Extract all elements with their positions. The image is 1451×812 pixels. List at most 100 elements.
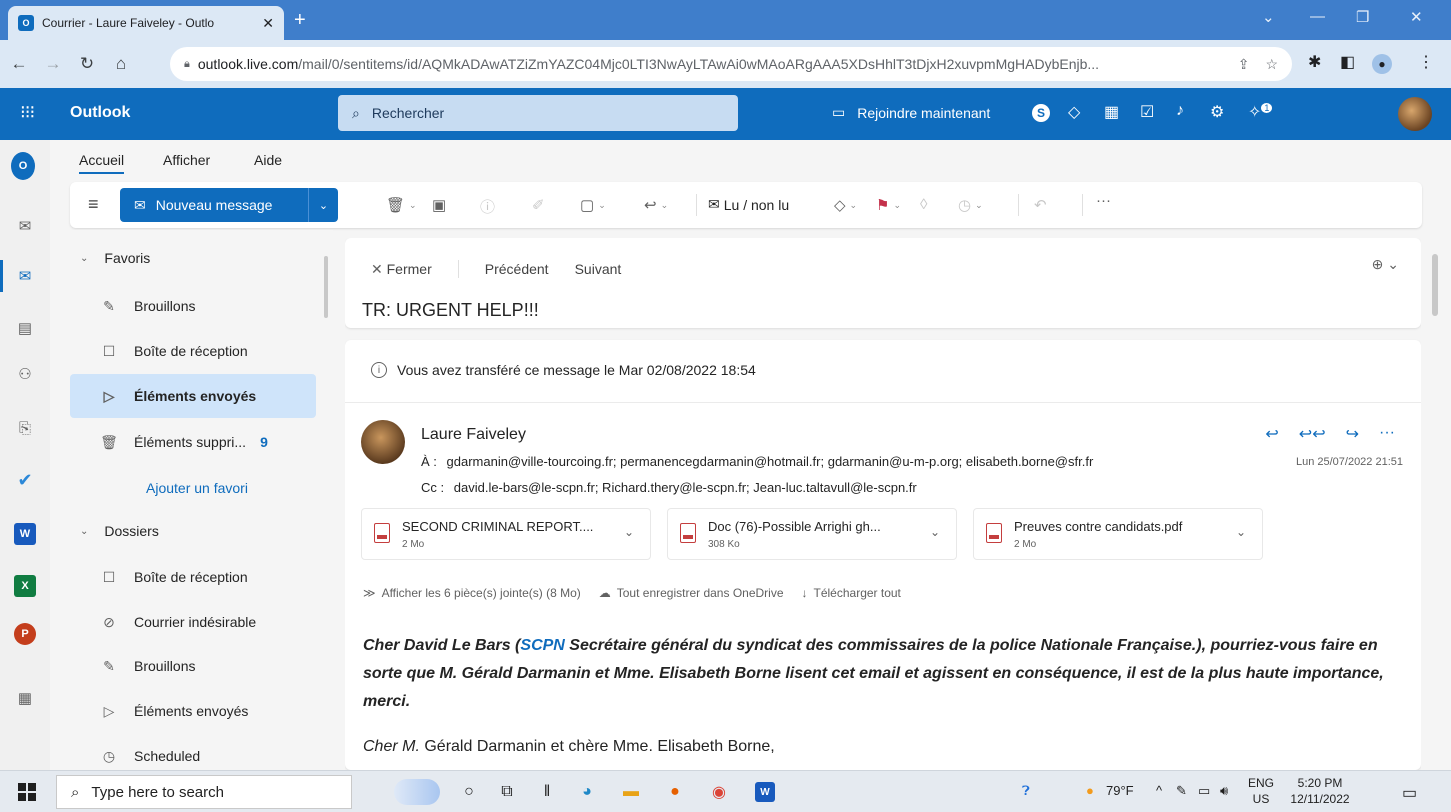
tab-close-icon[interactable]: ✕: [262, 15, 274, 32]
add-favorite-link[interactable]: Ajouter un favori: [146, 480, 248, 496]
folder-item-sent[interactable]: ▷ Éléments envoyés: [70, 374, 316, 418]
attachment-card[interactable]: Doc (76)-Possible Arrighi gh... 308 Ko ⌄: [667, 508, 957, 560]
browser-tab[interactable]: O Courrier - Laure Faiveley - Outlo ✕: [8, 6, 284, 40]
word-icon[interactable]: W: [13, 522, 37, 546]
reading-pane-scrollbar[interactable]: [1432, 254, 1438, 316]
tab-aide[interactable]: Aide: [254, 152, 282, 168]
firefox-icon[interactable]: ●: [662, 779, 688, 805]
folders-header[interactable]: ⌄ Dossiers: [80, 523, 159, 539]
zoom-icon[interactable]: ⊕ ⌄: [1372, 256, 1399, 273]
new-message-button[interactable]: ✉ Nouveau message ⌄: [120, 188, 338, 222]
volume-icon[interactable]: 🔊︎: [1220, 783, 1228, 799]
battery-icon[interactable]: ▭: [1198, 783, 1210, 799]
tab-accueil[interactable]: Accueil: [79, 152, 125, 174]
whats-new-icon[interactable]: ✧ 1: [1248, 102, 1273, 122]
to-list[interactable]: gdarmanin@ville-tourcoing.fr; permanence…: [447, 454, 1094, 469]
new-tab-icon[interactable]: +: [294, 10, 306, 30]
folder-item-scheduled[interactable]: ◷ Scheduled: [70, 738, 316, 770]
mail-icon[interactable]: ✉: [13, 264, 37, 288]
chevron-down-icon[interactable]: ⌄: [1236, 525, 1246, 539]
excel-icon[interactable]: X: [13, 574, 37, 598]
folder-item-sent[interactable]: ▷ Éléments envoyés: [70, 693, 316, 729]
windows-start-icon[interactable]: [18, 783, 36, 801]
chrome-icon[interactable]: ◉: [706, 779, 732, 805]
reply-all-icon[interactable]: ↩↩: [1299, 424, 1326, 444]
flag-icon[interactable]: ⚑ ⌄: [876, 196, 901, 214]
profile-icon[interactable]: ●: [1372, 54, 1392, 74]
folder-item-inbox[interactable]: ☐ Boîte de réception: [70, 559, 316, 595]
help-icon[interactable]: ❓︎: [1022, 783, 1030, 799]
search-input[interactable]: ⌕ Rechercher: [338, 95, 738, 131]
lock-icon[interactable]: 🔒︎: [184, 58, 190, 71]
bookmark-star-icon[interactable]: ☆: [1265, 56, 1278, 73]
folder-item-inbox[interactable]: ☐ Boîte de réception: [70, 333, 316, 369]
sender-name[interactable]: Laure Faiveley: [421, 426, 526, 444]
folder-item-brouillons[interactable]: ✎ Brouillons: [70, 648, 316, 684]
app-brand[interactable]: Outlook: [70, 104, 130, 122]
word-taskbar-icon[interactable]: W: [752, 779, 778, 805]
undo-icon[interactable]: ↶: [1034, 196, 1047, 214]
share-icon[interactable]: ⇪: [1238, 56, 1250, 73]
reload-icon[interactable]: ↻: [72, 54, 102, 74]
clock[interactable]: 5:20 PM 12/11/2022: [1284, 775, 1356, 807]
taskbar-search-input[interactable]: ⌕ Type here to search: [56, 775, 352, 809]
folder-item-brouillons[interactable]: ✎ Brouillons: [70, 288, 316, 324]
pin-icon[interactable]: ◊: [920, 196, 927, 213]
file-explorer-icon[interactable]: ▬: [618, 779, 644, 805]
side-panel-icon[interactable]: ◧: [1340, 52, 1355, 72]
task-view-icon[interactable]: ⧉: [494, 779, 520, 805]
tab-search-chevron-icon[interactable]: ⌄: [1262, 8, 1275, 26]
extensions-icon[interactable]: ✱: [1308, 52, 1321, 72]
more-actions-icon[interactable]: ···: [1379, 424, 1395, 444]
calendar-icon[interactable]: ▤: [13, 316, 37, 340]
attachment-card[interactable]: SECOND CRIMINAL REPORT.... 2 Mo ⌄: [361, 508, 651, 560]
todo-icon[interactable]: ☑: [1140, 102, 1154, 122]
close-button[interactable]: ✕ Fermer: [371, 261, 432, 278]
download-all-link[interactable]: ↓ Télécharger tout: [802, 586, 901, 600]
powerpoint-icon[interactable]: P: [13, 622, 37, 646]
cortana-icon[interactable]: ○: [456, 779, 482, 805]
address-bar[interactable]: 🔒︎ outlook.live.com/mail/0/sentitems/id/…: [170, 47, 1292, 81]
widgets-icon[interactable]: [394, 779, 440, 805]
delete-icon[interactable]: 🗑︎ ⌄: [386, 196, 417, 214]
more-apps-icon[interactable]: ▦: [13, 686, 37, 710]
snooze-clock-icon[interactable]: ◷ ⌄: [958, 196, 983, 214]
read-unread-button[interactable]: ✉ Lu / non lu: [708, 196, 789, 213]
reply-icon[interactable]: ↩: [1265, 424, 1278, 444]
cc-list[interactable]: david.le-bars@le-scpn.fr; Richard.thery@…: [454, 480, 917, 495]
attachment-card[interactable]: Preuves contre candidats.pdf 2 Mo ⌄: [973, 508, 1263, 560]
reply-all-icon[interactable]: ↩ ⌄: [644, 196, 668, 214]
pen-icon[interactable]: ✎: [1176, 783, 1187, 799]
previous-button[interactable]: Précédent: [485, 261, 549, 277]
minimize-icon[interactable]: —: [1310, 8, 1325, 25]
sender-avatar[interactable]: [361, 420, 405, 464]
tray-overflow-icon[interactable]: ^: [1156, 783, 1162, 798]
outlook-app-icon[interactable]: O: [11, 152, 35, 180]
tab-afficher[interactable]: Afficher: [163, 152, 210, 168]
weather-temp[interactable]: 79°F: [1106, 783, 1134, 798]
chevron-down-icon[interactable]: ⌄: [624, 525, 634, 539]
notification-center-icon[interactable]: ▭: [1402, 783, 1417, 803]
todo-check-icon[interactable]: ✔: [13, 468, 37, 492]
premium-diamond-icon[interactable]: ◇: [1068, 102, 1080, 122]
language-indicator[interactable]: ENG US: [1244, 775, 1278, 807]
more-options-icon[interactable]: ···: [1096, 192, 1111, 209]
next-button[interactable]: Suivant: [575, 261, 622, 277]
forward-icon[interactable]: →: [38, 54, 68, 74]
hamburger-menu-icon[interactable]: ≡: [88, 194, 99, 215]
maximize-icon[interactable]: ❐: [1356, 8, 1369, 26]
app-launcher-icon[interactable]: ⁝⁝⁝: [20, 102, 35, 123]
home-icon[interactable]: ⌂: [106, 54, 136, 74]
edge-icon[interactable]: ◕: [574, 779, 600, 805]
folder-scrollbar[interactable]: [324, 256, 328, 318]
sweep-icon[interactable]: ✐: [532, 196, 545, 214]
report-icon[interactable]: ⓘ: [480, 196, 495, 217]
envelope-open-icon[interactable]: ✉: [13, 214, 37, 238]
show-attachments-link[interactable]: ≫ Afficher les 6 pièce(s) jointe(s) (8 Mo…: [363, 586, 581, 600]
people-icon[interactable]: ⚇: [13, 362, 37, 386]
settings-gear-icon[interactable]: ⚙: [1210, 102, 1224, 122]
tag-icon[interactable]: ◇ ⌄: [834, 196, 857, 214]
office-icon[interactable]: ▦: [1104, 102, 1119, 122]
close-window-icon[interactable]: ✕: [1410, 8, 1423, 26]
join-meeting-button[interactable]: ▭ Rejoindre maintenant: [832, 104, 990, 121]
